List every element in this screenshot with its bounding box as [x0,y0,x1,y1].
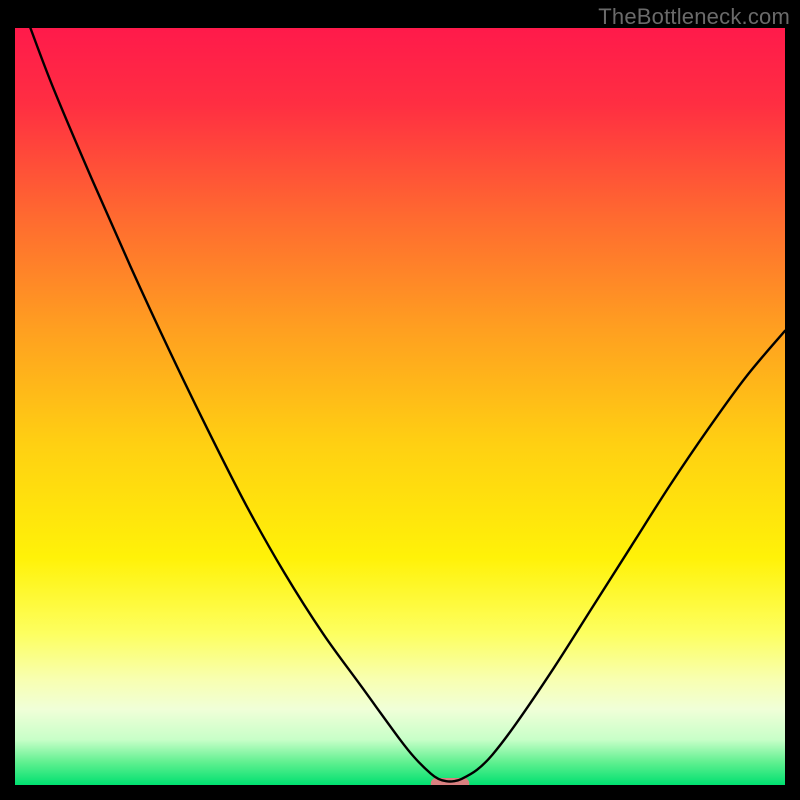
chart-frame: TheBottleneck.com [0,0,800,800]
gradient-background [15,28,785,785]
watermark-text: TheBottleneck.com [598,4,790,30]
bottleneck-chart [15,28,785,785]
plot-area [15,28,785,785]
